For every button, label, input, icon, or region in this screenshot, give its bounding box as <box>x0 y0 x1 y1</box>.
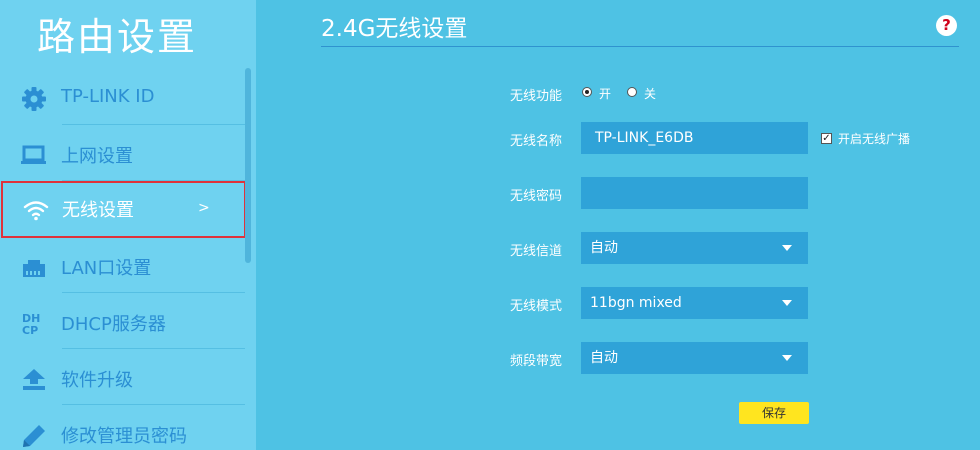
wireless-mode-label: 无线模式 <box>510 299 563 314</box>
pencil-icon <box>20 422 48 448</box>
caret-down-icon <box>782 245 792 251</box>
wifi-icon <box>22 197 50 223</box>
wireless-off-radio[interactable] <box>627 87 637 97</box>
bandwidth-select[interactable]: 自动 <box>581 342 808 374</box>
upload-icon <box>20 366 48 392</box>
wireless-channel-select[interactable]: 自动 <box>581 232 808 264</box>
sidebar-item-tplink-id[interactable]: TP-LINK ID <box>0 71 245 127</box>
sidebar-item-label: 上网设置 <box>61 146 133 167</box>
divider <box>62 292 245 293</box>
sidebar-item-change-password[interactable]: 修改管理员密码 <box>0 407 245 450</box>
wireless-name-input[interactable]: TP-LINK_E6DB <box>581 122 808 154</box>
save-button[interactable]: 保存 <box>739 402 809 424</box>
sidebar-item-label: TP-LINK ID <box>61 86 155 107</box>
wireless-off-label: 关 <box>644 87 657 101</box>
broadcast-label: 开启无线广播 <box>838 132 911 146</box>
laptop-icon <box>20 142 48 168</box>
sidebar-item-label: 软件升级 <box>61 370 133 391</box>
sidebar-item-dhcp[interactable]: DH CP DHCP服务器 <box>0 295 245 351</box>
chevron-right-icon: > <box>198 200 210 216</box>
sidebar-item-label: LAN口设置 <box>61 258 152 279</box>
caret-down-icon <box>782 355 792 361</box>
wireless-channel-value: 自动 <box>590 240 618 256</box>
wireless-on-radio[interactable] <box>582 87 592 97</box>
broadcast-checkbox[interactable]: ✓ <box>821 133 832 144</box>
sidebar-scrollbar[interactable] <box>245 68 251 263</box>
dhcp-icon: DH CP <box>20 310 48 337</box>
caret-down-icon <box>782 300 792 306</box>
wireless-name-label: 无线名称 <box>510 134 563 149</box>
sidebar-item-internet[interactable]: 上网设置 <box>0 127 245 183</box>
divider <box>62 348 245 349</box>
bandwidth-value: 自动 <box>590 350 618 366</box>
divider <box>62 124 245 125</box>
wireless-channel-label: 无线信道 <box>510 244 563 259</box>
sidebar-item-label: 无线设置 <box>62 200 134 221</box>
wireless-password-label: 无线密码 <box>510 189 563 204</box>
title-divider <box>321 46 959 47</box>
wireless-on-label: 开 <box>599 87 612 101</box>
page-title: 2.4G无线设置 <box>321 16 468 42</box>
help-icon[interactable]: ? <box>936 15 957 36</box>
wireless-password-input[interactable] <box>581 177 808 209</box>
sidebar-item-firmware-upgrade[interactable]: 软件升级 <box>0 351 245 407</box>
svg-text:CP: CP <box>22 324 38 336</box>
router-settings-page: 路由设置 TP-LINK ID 上网设置 无线设置 > LAN口设置 DH CP… <box>0 0 980 450</box>
sidebar-item-label: 修改管理员密码 <box>61 426 187 447</box>
gear-icon <box>20 86 48 112</box>
sidebar: 路由设置 TP-LINK ID 上网设置 无线设置 > LAN口设置 DH CP… <box>0 0 256 450</box>
bandwidth-label: 频段带宽 <box>510 354 563 369</box>
wireless-mode-value: 11bgn mixed <box>590 295 682 311</box>
wireless-function-label: 无线功能 <box>510 89 563 104</box>
sidebar-item-label: DHCP服务器 <box>61 314 166 335</box>
sidebar-item-wireless[interactable]: 无线设置 > <box>1 181 246 238</box>
sidebar-item-lan[interactable]: LAN口设置 <box>0 239 245 295</box>
wireless-mode-select[interactable]: 11bgn mixed <box>581 287 808 319</box>
lan-port-icon <box>20 254 48 280</box>
divider <box>62 404 245 405</box>
app-title: 路由设置 <box>37 15 198 59</box>
